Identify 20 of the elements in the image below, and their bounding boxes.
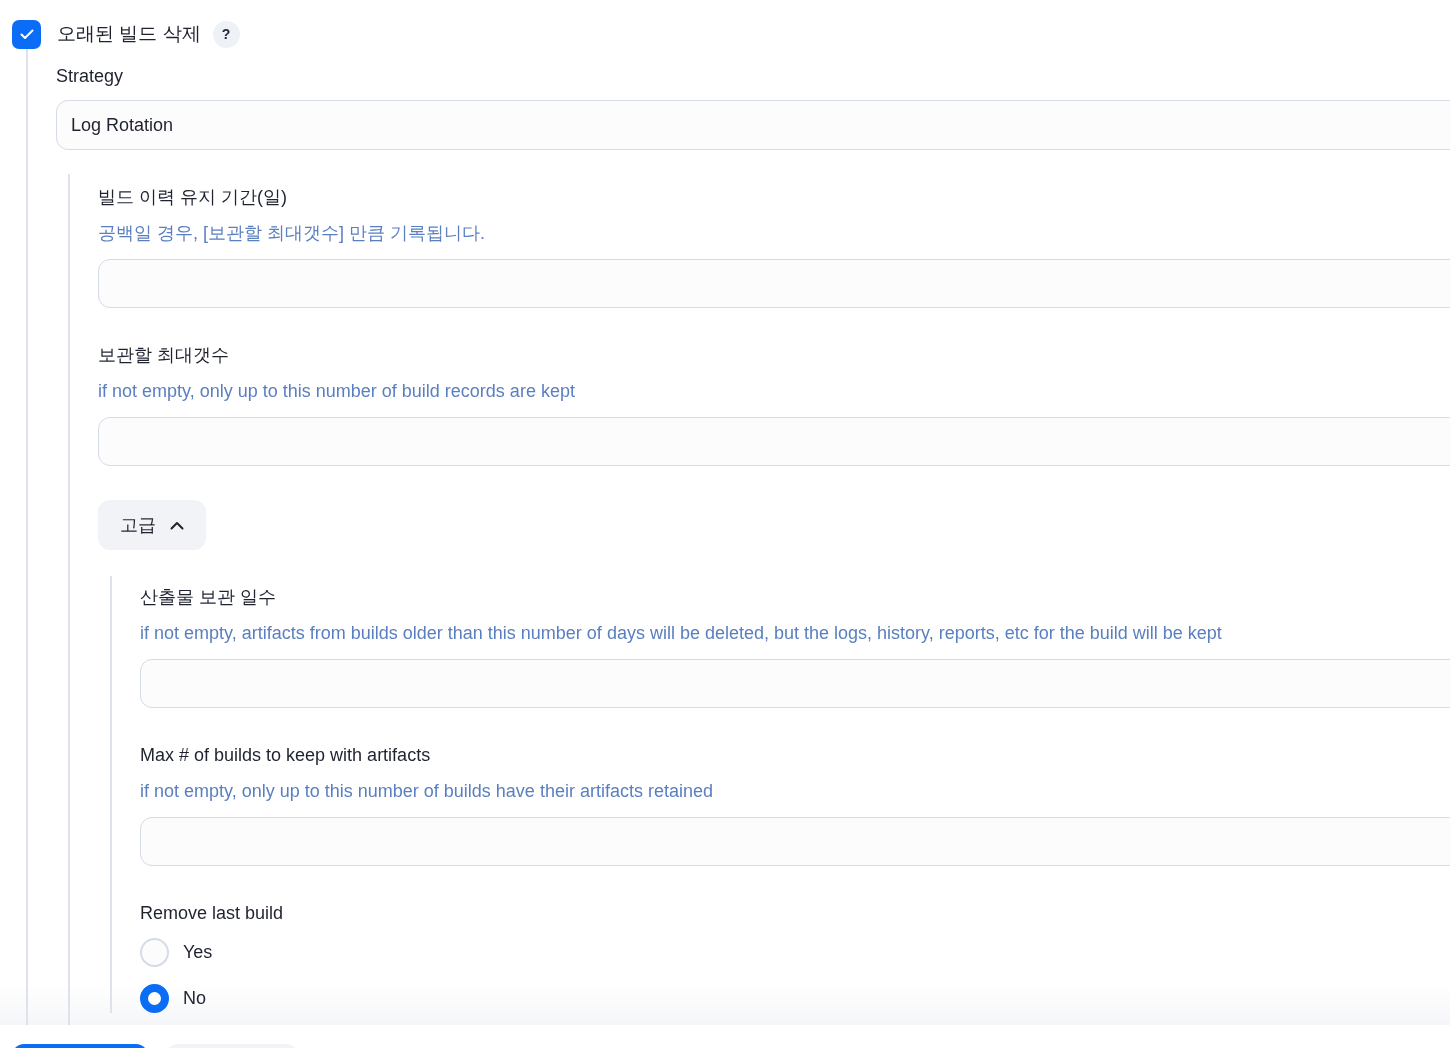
- strategy-select[interactable]: Log Rotation: [56, 100, 1450, 150]
- checkbox-label: 오래된 빌드 삭제: [57, 22, 201, 47]
- radio-label: No: [183, 987, 206, 1010]
- radio-button[interactable]: [140, 984, 169, 1013]
- field-description: if not empty, only up to this number of builds have their artifacts retained: [140, 780, 714, 803]
- field-label: Strategy: [56, 65, 125, 88]
- chevron-up-icon: [170, 520, 184, 530]
- help-button[interactable]: ?: [212, 21, 240, 48]
- field-label: 보관할 최대갯수: [98, 344, 230, 367]
- field-label: 산출물 보관 일수: [140, 586, 277, 609]
- radio-label: Yes: [183, 941, 213, 964]
- field-description: 공백일 경우, [보관할 최대갯수] 만큼 기록됩니다.: [98, 222, 486, 245]
- checkbox[interactable]: [12, 20, 41, 49]
- field-label: Max # of builds to keep with artifacts: [140, 744, 432, 767]
- field-label: 빌드 이력 유지 기간(일): [98, 186, 288, 209]
- field-description: if not empty, artifacts from builds older than this number of days will be deleted, but the logs, history, reports, etc for the build will be kept: [140, 622, 1223, 645]
- advanced-toggle[interactable]: 고급: [98, 500, 206, 550]
- field-description: if not empty, only up to this number of build records are kept: [98, 380, 576, 403]
- checkmark-icon: [19, 29, 34, 40]
- field-label: Remove last build: [140, 902, 285, 925]
